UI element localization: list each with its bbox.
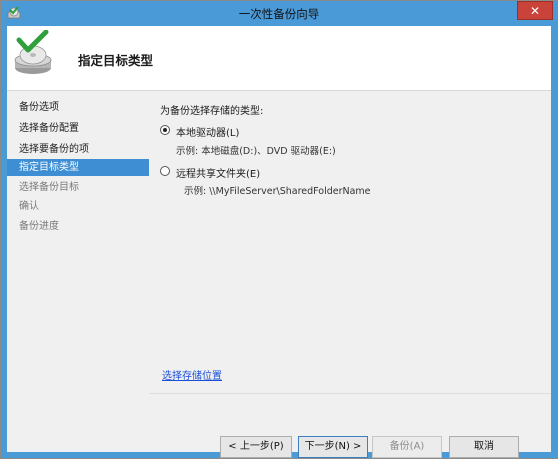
wizard-header: 指定目标类型 bbox=[7, 26, 551, 91]
remote-share-example: 示例: \\MyFileServer\SharedFolderName bbox=[184, 186, 371, 197]
nav-step-confirmation: 确认 bbox=[19, 201, 39, 212]
nav-step-backup-options[interactable]: 备份选项 bbox=[7, 99, 149, 116]
nav-step-destination-type[interactable]: 指定目标类型 bbox=[7, 159, 149, 176]
wizard-client-area: 指定目标类型 备份选项 选择备份配置 选择要备份的项 指定目标类型 选择备份目标… bbox=[7, 26, 551, 458]
cancel-button[interactable]: 取消 bbox=[449, 436, 519, 458]
local-drive-radio[interactable] bbox=[160, 125, 170, 135]
title-bar: 一次性备份向导 ✕ bbox=[1, 1, 557, 26]
nav-step-select-items[interactable]: 选择要备份的项 bbox=[7, 141, 149, 158]
nav-step-backup-config[interactable]: 选择备份配置 bbox=[7, 120, 149, 137]
remote-share-radio[interactable] bbox=[160, 166, 170, 176]
back-button[interactable]: < 上一步(P) bbox=[220, 436, 292, 458]
close-icon: ✕ bbox=[529, 4, 541, 18]
choose-storage-location-link[interactable]: 选择存储位置 bbox=[162, 367, 222, 382]
backup-button[interactable]: 备份(A) bbox=[372, 436, 442, 458]
nav-step-backup-progress: 备份进度 bbox=[19, 221, 59, 232]
storage-type-prompt: 为备份选择存储的类型: bbox=[160, 106, 264, 117]
wizard-content: 为备份选择存储的类型: 本地驱动器(L) 示例: 本地磁盘(D:)、DVD 驱动… bbox=[149, 91, 551, 458]
nav-step-backup-destination: 选择备份目标 bbox=[19, 182, 79, 193]
remote-share-label[interactable]: 远程共享文件夹(E) bbox=[176, 165, 260, 180]
backup-drive-icon bbox=[14, 30, 52, 74]
window-title: 一次性备份向导 bbox=[238, 7, 320, 21]
local-drive-label[interactable]: 本地驱动器(L) bbox=[176, 124, 239, 139]
radio-selected-dot bbox=[163, 128, 167, 132]
close-button[interactable]: ✕ bbox=[517, 1, 553, 20]
wizard-step-list: 备份选项 选择备份配置 选择要备份的项 指定目标类型 选择备份目标 确认 备份进… bbox=[7, 91, 149, 452]
page-title: 指定目标类型 bbox=[78, 53, 154, 68]
wizard-window: 一次性备份向导 ✕ 指定目标类型 备份选项 选择备份配置 选择要备份的项 指定目… bbox=[0, 0, 558, 459]
next-button[interactable]: 下一步(N) > bbox=[298, 436, 368, 458]
footer-divider bbox=[149, 393, 551, 394]
local-drive-example: 示例: 本地磁盘(D:)、DVD 驱动器(E:) bbox=[176, 146, 336, 157]
